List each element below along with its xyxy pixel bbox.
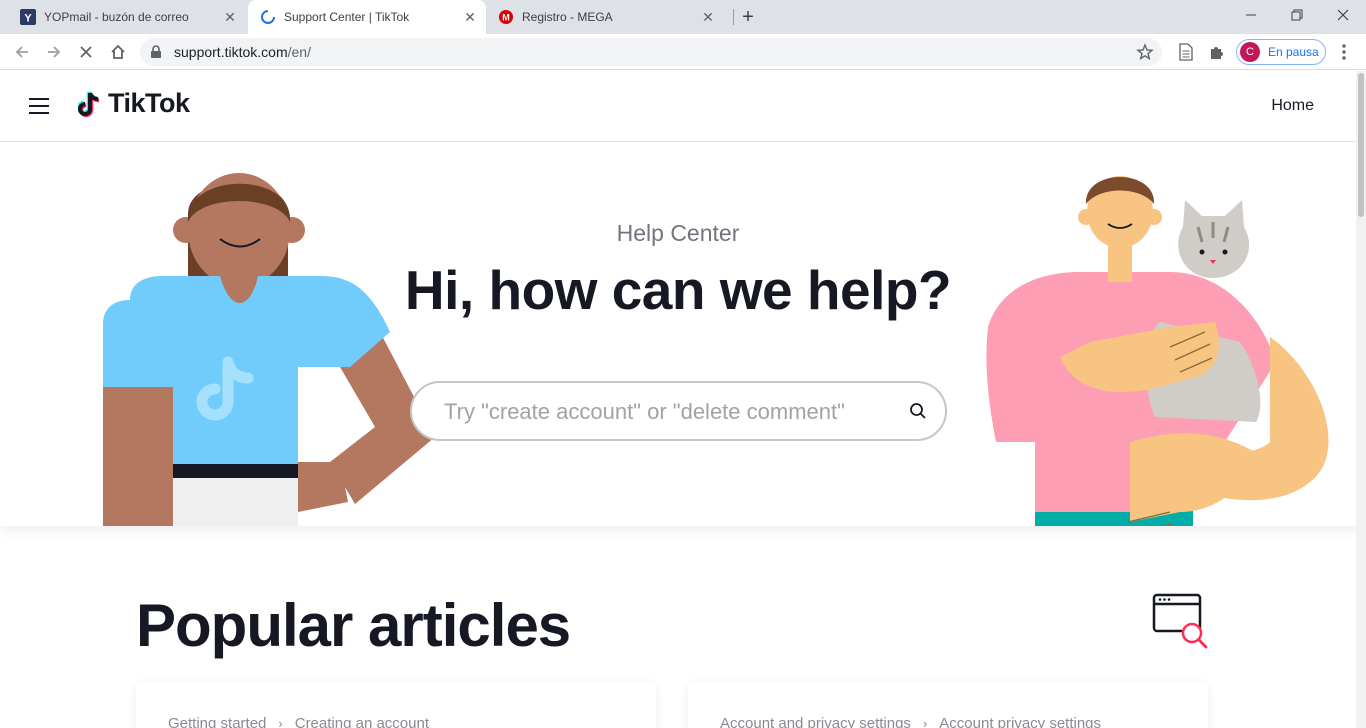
- woman-illustration: [103, 173, 435, 526]
- article-card[interactable]: Getting started › Creating an account: [136, 682, 656, 728]
- article-card[interactable]: Account and privacy settings › Account p…: [688, 682, 1208, 728]
- close-window-button[interactable]: [1320, 0, 1366, 30]
- breadcrumb-category[interactable]: Account and privacy settings: [720, 715, 911, 728]
- url-host: support.tiktok.com: [174, 44, 288, 60]
- nav-home-link[interactable]: Home: [1271, 97, 1314, 115]
- svg-text:Y: Y: [24, 13, 32, 25]
- mega-icon: M: [498, 9, 514, 25]
- breadcrumb: Getting started › Creating an account: [168, 715, 429, 728]
- tab-title: YOPmail - buzón de correo: [44, 10, 189, 24]
- yopmail-icon: Y: [20, 9, 36, 25]
- tab-title: Support Center | TikTok: [284, 10, 410, 24]
- tab-tiktok-support[interactable]: Support Center | TikTok ✕: [248, 0, 486, 34]
- hero-section: Help Center Hi, how can we help?: [0, 142, 1356, 526]
- forward-button[interactable]: [40, 38, 68, 66]
- home-icon: [111, 44, 125, 59]
- forward-arrow-icon: [48, 46, 61, 58]
- document-icon: [1179, 43, 1193, 61]
- stop-icon: [80, 46, 92, 58]
- tab-mega[interactable]: M Registro - MEGA ✕: [486, 0, 724, 34]
- back-arrow-icon: [15, 46, 28, 58]
- browser-search-icon: [1150, 591, 1210, 656]
- tiktok-note-icon: [78, 90, 100, 117]
- home-button[interactable]: [104, 38, 132, 66]
- breadcrumb-category[interactable]: Getting started: [168, 715, 266, 728]
- address-bar[interactable]: support.tiktok.com/en/: [140, 38, 1162, 66]
- stop-loading-button[interactable]: [72, 38, 100, 66]
- profile-status-label: En pausa: [1268, 45, 1319, 59]
- close-tab-icon[interactable]: ✕: [698, 7, 718, 27]
- breadcrumb: Account and privacy settings › Account p…: [720, 715, 1101, 728]
- puzzle-icon: [1211, 47, 1223, 59]
- popular-articles-heading: Popular articles: [136, 592, 571, 659]
- avatar: C: [1240, 42, 1260, 62]
- restore-window-button[interactable]: [1274, 0, 1320, 30]
- logo-wordmark: TikTok: [108, 88, 190, 118]
- search-icon[interactable]: [909, 402, 927, 425]
- chevron-right-icon: ›: [922, 716, 928, 728]
- loading-spinner-icon: [260, 9, 276, 25]
- breadcrumb-subcategory[interactable]: Creating an account: [295, 715, 429, 728]
- browser-tab-strip: Y YOPmail - buzón de correo ✕ Support Ce…: [0, 0, 1366, 34]
- back-button[interactable]: [8, 38, 36, 66]
- url-path: /en/: [287, 44, 311, 60]
- extensions-button[interactable]: [1203, 38, 1231, 66]
- close-tab-icon[interactable]: ✕: [220, 7, 240, 27]
- man-with-cat-illustration: [986, 176, 1329, 526]
- new-tab-button[interactable]: +: [736, 5, 760, 29]
- help-search-input[interactable]: [444, 397, 904, 427]
- breadcrumb-subcategory[interactable]: Account privacy settings: [939, 715, 1101, 728]
- browser-toolbar: support.tiktok.com/en/ C En pausa: [0, 34, 1366, 70]
- browser-menu-button[interactable]: [1330, 38, 1358, 66]
- svg-text:M: M: [502, 13, 510, 23]
- tiktok-logo[interactable]: TikTok: [78, 88, 190, 119]
- chevron-right-icon: ›: [278, 716, 283, 728]
- minimize-window-button[interactable]: [1228, 0, 1274, 30]
- lock-icon[interactable]: [150, 45, 162, 64]
- hamburger-menu-icon[interactable]: [29, 98, 49, 114]
- tab-title: Registro - MEGA: [522, 10, 613, 24]
- help-search-box: [410, 381, 947, 441]
- page-scrollbar[interactable]: [1356, 71, 1366, 728]
- tab-separator: [733, 9, 734, 25]
- bookmark-star-icon[interactable]: [1136, 43, 1154, 66]
- tab-yopmail[interactable]: Y YOPmail - buzón de correo ✕: [8, 0, 246, 34]
- profile-button[interactable]: C En pausa: [1236, 39, 1326, 65]
- site-header: TikTok Home: [0, 71, 1356, 142]
- reader-mode-button[interactable]: [1172, 38, 1200, 66]
- scrollbar-thumb[interactable]: [1358, 73, 1364, 217]
- page-viewport: TikTok Home Help Center Hi, how can we h…: [0, 71, 1356, 728]
- close-tab-icon[interactable]: ✕: [460, 7, 480, 27]
- url-text: support.tiktok.com/en/: [174, 44, 311, 60]
- kebab-menu-icon: [1342, 44, 1346, 60]
